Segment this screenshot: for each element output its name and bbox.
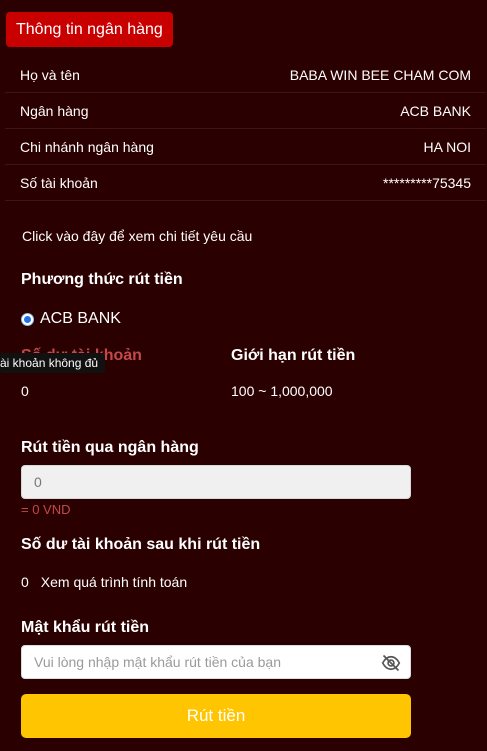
after-balance-row: 0 Xem quá trình tính toán — [21, 574, 187, 590]
bank-info-tab[interactable]: Thông tin ngân hàng — [6, 12, 173, 47]
password-title: Mật khẩu rút tiền — [21, 619, 150, 636]
balance-value: 0 — [21, 383, 29, 399]
method-option-label: ACB BANK — [40, 310, 121, 327]
calculation-link[interactable]: Xem quá trình tính toán — [41, 574, 187, 590]
info-label: Chi nhánh ngân hàng — [20, 138, 154, 155]
password-field-wrap — [21, 645, 411, 679]
withdraw-method-title: Phương thức rút tiền — [21, 271, 183, 288]
request-detail-link[interactable]: Click vào đây để xem chi tiết yêu cầu — [22, 228, 252, 244]
password-input[interactable] — [22, 646, 410, 678]
info-value: *********75345 — [383, 174, 471, 191]
balance-tooltip: ài khoản không đủ — [0, 353, 106, 373]
limit-label: Giới hạn rút tiền — [231, 347, 356, 364]
bank-info-table: Họ và tên BABA WIN BEE CHAM COM Ngân hàn… — [5, 57, 486, 201]
amount-input[interactable] — [21, 465, 411, 499]
eye-slash-icon[interactable] — [380, 653, 402, 673]
info-row-branch: Chi nhánh ngân hàng HA NOI — [5, 129, 486, 165]
info-label: Họ và tên — [20, 66, 80, 83]
after-balance-title: Số dư tài khoản sau khi rút tiền — [21, 536, 261, 553]
withdraw-submit-button[interactable]: Rút tiền — [21, 694, 411, 738]
after-balance-value: 0 — [21, 574, 29, 590]
info-value: BABA WIN BEE CHAM COM — [289, 66, 471, 83]
bank-withdraw-title: Rút tiền qua ngân hàng — [21, 439, 199, 456]
method-option-acb[interactable]: ACB BANK — [21, 310, 121, 328]
info-row-bank: Ngân hàng ACB BANK — [5, 93, 486, 129]
radio-selected-icon[interactable] — [21, 312, 34, 326]
info-value: HA NOI — [423, 138, 471, 155]
info-row-account-number: Số tài khoản *********75345 — [5, 165, 486, 201]
limit-value: 100 ~ 1,000,000 — [231, 383, 333, 399]
converted-amount: = 0 VND — [21, 502, 71, 517]
info-label: Số tài khoản — [20, 174, 98, 191]
info-row-name: Họ và tên BABA WIN BEE CHAM COM — [5, 57, 486, 93]
info-value: ACB BANK — [400, 102, 471, 119]
info-label: Ngân hàng — [20, 102, 89, 119]
withdraw-page: Thông tin ngân hàng Họ và tên BABA WIN B… — [0, 0, 487, 751]
